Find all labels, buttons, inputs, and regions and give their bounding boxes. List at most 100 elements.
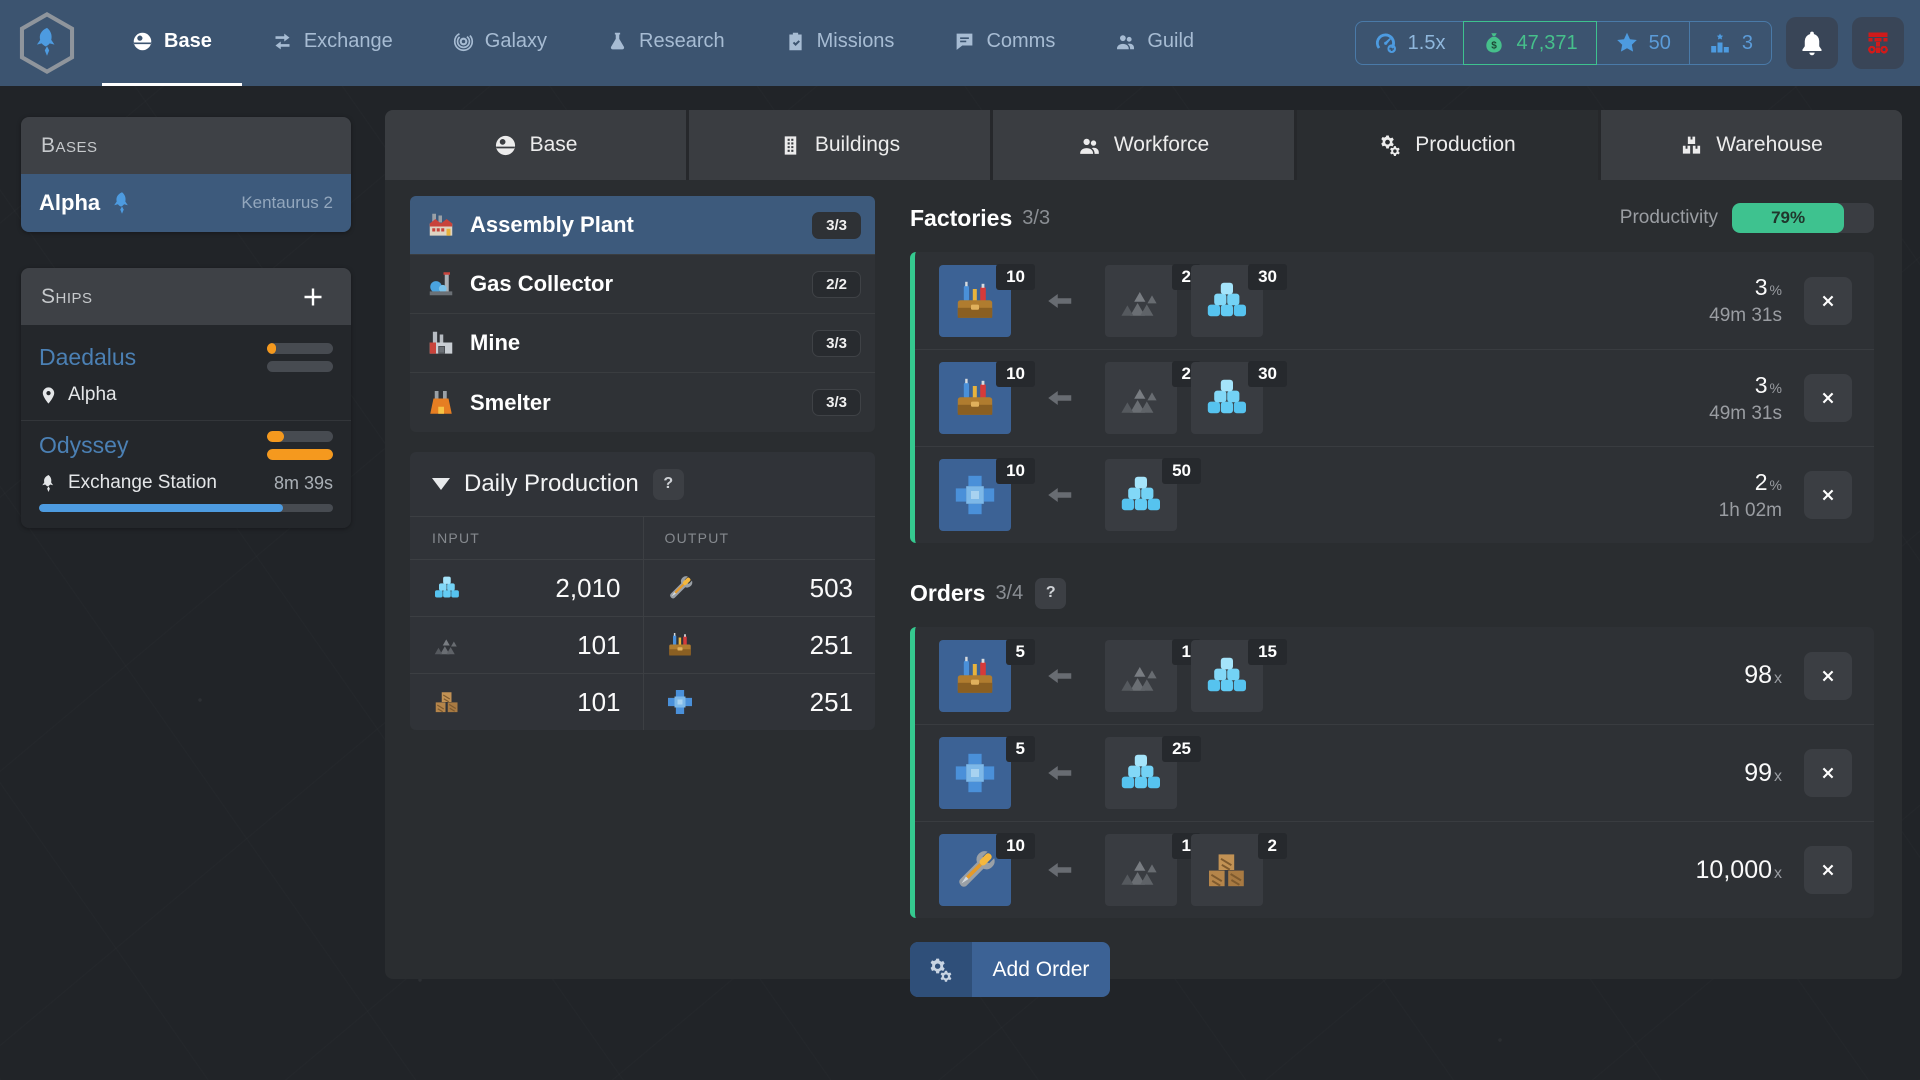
arrow-left-icon (1045, 661, 1075, 691)
input-item-tile-ingots[interactable]: 15 (1191, 640, 1263, 712)
top-bar: Base Exchange Galaxy Research Missions C… (0, 0, 1920, 86)
building-list: Assembly Plant 3/3 Gas Collector 2/2 Min… (410, 196, 875, 432)
building-item-assembly-plant[interactable]: Assembly Plant 3/3 (410, 196, 875, 255)
podium-star-icon (1708, 31, 1732, 55)
output-amount: 251 (810, 687, 853, 718)
quantity-badge: 30 (1248, 264, 1287, 290)
cancel-order-button[interactable] (1804, 749, 1852, 797)
map-pin-icon (39, 386, 58, 405)
nav-item-exchange[interactable]: Exchange (242, 0, 423, 86)
event-button[interactable] (1852, 17, 1904, 69)
main-nav: Base Exchange Galaxy Research Missions C… (102, 0, 1224, 86)
input-item-tile-ingots[interactable]: 30 (1191, 265, 1263, 337)
input-amount: 2,010 (555, 573, 620, 604)
column-header-output: Output (643, 530, 876, 546)
daily-production-toggle[interactable]: Daily Production ? (410, 452, 875, 516)
input-item-tile-ingots[interactable]: 25 (1105, 737, 1177, 809)
building-item-gas-collector[interactable]: Gas Collector 2/2 (410, 255, 875, 314)
cargo-bar (267, 431, 333, 442)
bell-icon (1798, 29, 1826, 57)
cancel-production-button[interactable] (1804, 471, 1852, 519)
level-stat[interactable]: 50 (1596, 21, 1690, 65)
orders-help-button[interactable]: ? (1035, 578, 1066, 609)
ships-card: Ships Daedalus Alpha (21, 268, 351, 528)
fuel-bar (267, 449, 333, 460)
orders-count: 3/4 (995, 582, 1023, 605)
base-panel: Base Buildings Workforce Production Ware… (385, 110, 1902, 979)
quantity-badge: 10 (996, 458, 1035, 484)
blue-ingots-icon (1117, 749, 1165, 797)
gas-collector-icon (426, 269, 456, 299)
ship-eta: 8m 39s (274, 473, 333, 494)
rank-stat[interactable]: 3 (1689, 21, 1772, 65)
ship-name-link[interactable]: Odyssey (39, 432, 128, 459)
deathstar-icon (494, 134, 517, 157)
daily-production-help-button[interactable]: ? (653, 469, 684, 500)
machine-part-icon (951, 749, 999, 797)
output-item-tile-toolbox[interactable]: 10 (939, 362, 1011, 434)
tab-buildings[interactable]: Buildings (686, 110, 990, 180)
output-item-tile-machine-part[interactable]: 5 (939, 737, 1011, 809)
panel-tabs: Base Buildings Workforce Production Ware… (385, 110, 1902, 180)
building-item-mine[interactable]: Mine 3/3 (410, 314, 875, 373)
ore-pile-icon (432, 630, 462, 660)
cancel-production-button[interactable] (1804, 277, 1852, 325)
cancel-order-button[interactable] (1804, 846, 1852, 894)
nav-item-missions[interactable]: Missions (755, 0, 925, 86)
building-count-badge: 2/2 (812, 271, 861, 298)
cancel-production-button[interactable] (1804, 374, 1852, 422)
credits-stat[interactable]: 47,371 (1463, 21, 1596, 65)
nav-item-guild[interactable]: Guild (1085, 0, 1224, 86)
topbar-stats: 1.5x 47,371 50 3 (1355, 17, 1920, 69)
output-item-tile-machine-part[interactable]: 10 (939, 459, 1011, 531)
app-logo[interactable] (18, 12, 76, 74)
base-item-alpha[interactable]: Alpha Kentaurus 2 (21, 174, 351, 232)
progress-percent: 2 (1755, 469, 1768, 495)
add-ship-button[interactable] (301, 282, 331, 312)
input-item-tile-ore[interactable]: 2 (1105, 265, 1177, 337)
output-item-tile-toolbox[interactable]: 10 (939, 265, 1011, 337)
input-item-tile-ore[interactable]: 1 (1105, 834, 1177, 906)
nav-item-galaxy[interactable]: Galaxy (423, 0, 577, 86)
output-item-tile-crossed-tools[interactable]: 10 (939, 834, 1011, 906)
multiplier-sign: x (1774, 670, 1782, 687)
input-item-tile-wood[interactable]: 2 (1191, 834, 1263, 906)
nav-item-comms[interactable]: Comms (924, 0, 1085, 86)
nav-label: Galaxy (485, 30, 547, 53)
tab-production[interactable]: Production (1294, 110, 1598, 180)
credits-value: 47,371 (1516, 32, 1577, 55)
clipboard-check-icon (785, 31, 806, 52)
input-item-tile-ingots[interactable]: 30 (1191, 362, 1263, 434)
order-list: 5 1 15 98x (910, 627, 1874, 918)
toolbox-icon (951, 374, 999, 422)
speed-boost-stat[interactable]: 1.5x (1355, 21, 1465, 65)
arrow-left-icon (1045, 286, 1075, 316)
order-row: 5 25 99x (915, 724, 1874, 821)
order-row: 10 1 2 10,000x (915, 821, 1874, 918)
ship-name-link[interactable]: Daedalus (39, 344, 136, 371)
notifications-button[interactable] (1786, 17, 1838, 69)
input-amount: 101 (577, 630, 620, 661)
time-remaining: 49m 31s (1709, 305, 1782, 327)
building-item-smelter[interactable]: Smelter 3/3 (410, 373, 875, 432)
tab-warehouse[interactable]: Warehouse (1598, 110, 1902, 180)
nav-item-base[interactable]: Base (102, 0, 242, 86)
ship-gauges (267, 343, 333, 372)
output-item-tile-toolbox[interactable]: 5 (939, 640, 1011, 712)
red-pixel-glyph-icon (1864, 29, 1892, 57)
order-row: 5 1 15 98x (915, 627, 1874, 724)
add-order-button[interactable]: Add Order (910, 942, 1110, 997)
nav-item-research[interactable]: Research (577, 0, 755, 86)
tab-label: Buildings (815, 133, 900, 157)
tab-workforce[interactable]: Workforce (990, 110, 1294, 180)
input-item-tile-ingots[interactable]: 50 (1105, 459, 1177, 531)
tab-base[interactable]: Base (385, 110, 686, 180)
sidebar: Bases Alpha Kentaurus 2 Ships Daedalus (21, 117, 351, 528)
input-item-tile-ore[interactable]: 1 (1105, 640, 1177, 712)
input-item-tile-ore[interactable]: 2 (1105, 362, 1177, 434)
time-remaining: 1h 02m (1719, 500, 1782, 522)
cancel-order-button[interactable] (1804, 652, 1852, 700)
arrow-left-icon (1045, 383, 1075, 413)
output-amount: 503 (810, 573, 853, 604)
galaxy-icon (453, 31, 474, 52)
